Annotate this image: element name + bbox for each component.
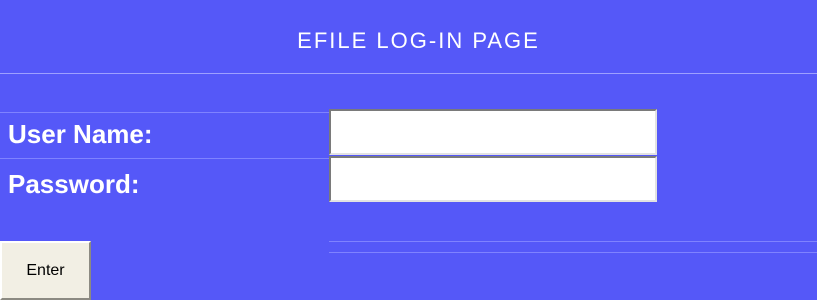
username-field[interactable] xyxy=(329,109,657,155)
page-title: EFILE LOG-IN PAGE xyxy=(297,28,540,53)
form-top-divider xyxy=(0,112,330,113)
form-lower-divider xyxy=(329,252,817,253)
password-label: Password: xyxy=(8,169,140,199)
password-field[interactable] xyxy=(329,156,657,202)
form-bottom-divider xyxy=(329,241,817,242)
form-row-divider xyxy=(0,158,330,159)
page-header: EFILE LOG-IN PAGE xyxy=(0,0,817,74)
username-label: User Name: xyxy=(8,119,153,149)
enter-button[interactable]: Enter xyxy=(0,241,91,300)
